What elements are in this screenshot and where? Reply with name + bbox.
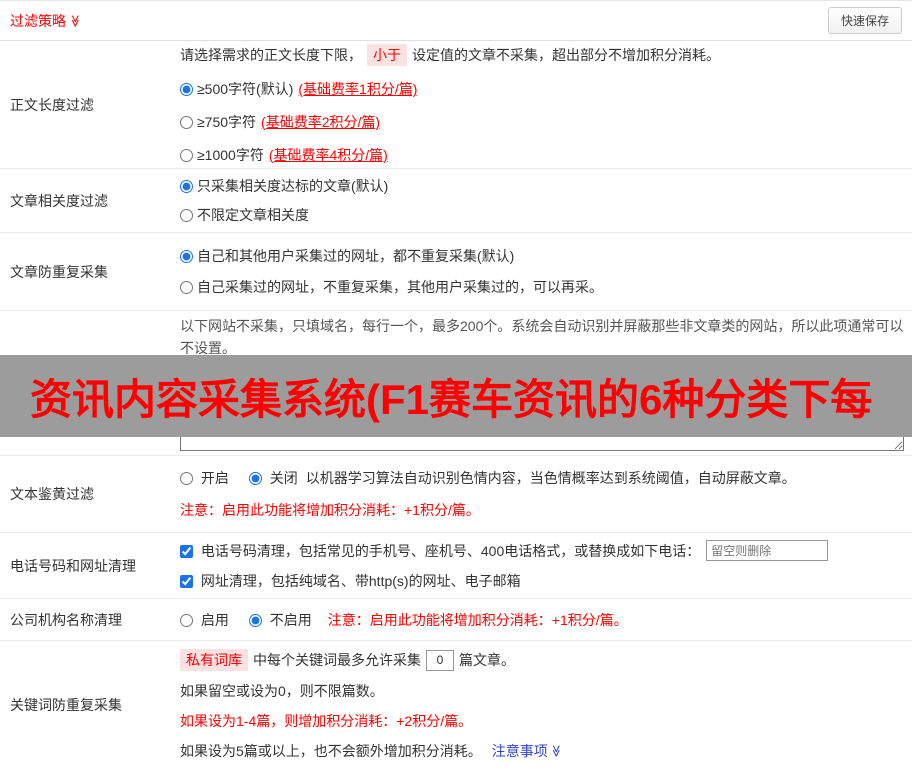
relevance-filter-label: 文章相关度过滤 <box>10 192 108 209</box>
company-clean-content: 启用 不启用 注意：启用此功能将增加积分消耗：+1积分/篇。 <box>180 599 912 640</box>
phone-url-clean-content: 电话号码清理，包括常见的手机号、座机号、400电话格式，或替换成如下电话： 网址… <box>180 533 912 598</box>
row-phone-url-clean: 电话号码和网址清理 电话号码清理，包括常见的手机号、座机号、400电话格式，或替… <box>0 533 912 599</box>
dedup-radio-global[interactable] <box>180 249 193 263</box>
body-length-filter-content: 请选择需求的正文长度下限， 小于 设定值的文章不采集，超出部分不增加积分消耗。 … <box>180 41 912 168</box>
relevance-option-any-label: 不限定文章相关度 <box>197 207 309 223</box>
notice-link-label: 注意事项 <box>491 743 548 759</box>
length-option-500-label: ≥500字符(默认) <box>197 81 294 97</box>
keyword-count-input[interactable] <box>426 649 454 671</box>
company-option-off[interactable]: 不启用 <box>248 610 312 630</box>
url-clean-option[interactable]: 网址清理，包括纯域名、带http(s)的网址、电子邮箱 <box>180 571 521 591</box>
phone-clean-option[interactable]: 电话号码清理，包括常见的手机号、座机号、400电话格式，或替换成如下电话： <box>180 541 700 561</box>
site-filter-description: 以下网站不采集，只填域名，每行一个，最多200个。系统会自动识别并屏蔽那些非文章… <box>180 318 904 356</box>
dedup-filter-content: 自己和其他用户采集过的网址，都不重复采集(默认) 自己采集过的网址，不重复采集，… <box>180 233 912 310</box>
company-option-on[interactable]: 启用 <box>180 610 229 630</box>
private-lexicon-tag: 私有词库 <box>180 649 248 671</box>
url-clean-label: 网址清理，包括纯域名、带http(s)的网址、电子邮箱 <box>200 573 521 589</box>
phone-clean-label: 电话号码清理，包括常见的手机号、座机号、400电话格式，或替换成如下电话： <box>200 542 701 559</box>
relevance-option-strict-label: 只采集相关度达标的文章(默认) <box>197 178 389 194</box>
keyword-limit-text: 中每个关键词最多允许采集 <box>253 652 421 668</box>
porn-option-on[interactable]: 开启 <box>180 468 229 488</box>
relevance-radio-any[interactable] <box>180 208 193 222</box>
phone-replacement-input[interactable] <box>706 540 829 561</box>
phone-clean-line: 电话号码清理，包括常见的手机号、座机号、400电话格式，或替换成如下电话： <box>180 540 904 561</box>
row-porn-filter: 文本鉴黄过滤 开启 关闭 以机器学习算法自动识别色情内容，当色情概率达到系统阈值… <box>0 456 912 533</box>
length-option-1000-label: ≥1000字符 <box>197 147 264 163</box>
porn-option-off[interactable]: 关闭 <box>248 468 298 488</box>
dedup-radio-self[interactable] <box>180 280 193 294</box>
length-option-1000-fee: (基础费率4积分/篇) <box>268 147 388 163</box>
dedup-option-global-label: 自己和其他用户采集过的网址，都不重复采集(默认) <box>197 248 515 264</box>
dedup-option-global[interactable]: 自己和其他用户采集过的网址，都不重复采集(默认) <box>180 246 904 266</box>
filter-strategy-toggle[interactable]: 过滤策略 ≫ <box>10 11 82 31</box>
porn-filter-content: 开启 关闭 以机器学习算法自动识别色情内容，当色情概率达到系统阈值，自动屏蔽文章… <box>180 456 912 532</box>
row-keyword-dedup: 关键词防重复采集 私有词库 中每个关键词最多允许采集 篇文章。 如果留空或设为0… <box>0 641 912 769</box>
watermark-text: 资讯内容采集系统(F1赛车资讯的6种分类下每 <box>30 375 873 423</box>
length-option-500-fee: (基础费率1积分/篇) <box>298 81 418 97</box>
relevance-radio-strict[interactable] <box>180 179 193 193</box>
keyword-dedup-label: 关键词防重复采集 <box>10 697 122 713</box>
company-option-off-label: 不启用 <box>269 611 312 628</box>
porn-filter-description: 以机器学习算法自动识别色情内容，当色情概率达到系统阈值，自动屏蔽文章。 <box>305 470 796 486</box>
chevron-down-icon: ≫ <box>549 744 564 758</box>
length-option-500[interactable]: ≥500字符(默认) (基础费率1积分/篇) <box>180 79 904 99</box>
keyword-note-five-text: 如果设为5篇或以上，也不会额外增加积分消耗。 <box>180 743 482 759</box>
keyword-limit-line: 私有词库 中每个关键词最多允许采集 篇文章。 <box>180 649 904 671</box>
porn-filter-label: 文本鉴黄过滤 <box>10 486 94 502</box>
row-company-clean: 公司机构名称清理 启用 不启用 注意：启用此功能将增加积分消耗：+1积分/篇。 <box>0 599 912 641</box>
company-radio-on[interactable] <box>180 613 193 627</box>
phone-url-clean-label: 电话号码和网址清理 <box>10 557 136 574</box>
keyword-dedup-content: 私有词库 中每个关键词最多允许采集 篇文章。 如果留空或设为0，则不限篇数。 如… <box>180 641 912 769</box>
company-clean-options: 启用 不启用 注意：启用此功能将增加积分消耗：+1积分/篇。 <box>180 610 904 630</box>
keyword-note-unlimited: 如果留空或设为0，则不限篇数。 <box>180 683 384 699</box>
company-clean-label: 公司机构名称清理 <box>10 611 122 628</box>
relevance-option-strict[interactable]: 只采集相关度达标的文章(默认) <box>180 176 904 196</box>
page-title: 过滤策略 <box>10 12 66 29</box>
company-clean-note: 注意：启用此功能将增加积分消耗：+1积分/篇。 <box>327 611 628 628</box>
porn-option-off-label: 关闭 <box>269 470 298 486</box>
length-radio-750[interactable] <box>180 115 193 129</box>
quick-save-button[interactable]: 快速保存 <box>827 7 902 34</box>
url-clean-checkbox[interactable] <box>180 575 193 588</box>
body-length-filter-label: 正文长度过滤 <box>10 96 94 113</box>
phone-clean-checkbox[interactable] <box>180 544 193 558</box>
keyword-note-cost: 如果设为1-4篇，则增加积分消耗：+2积分/篇。 <box>180 713 473 729</box>
row-body-length-filter: 正文长度过滤 请选择需求的正文长度下限， 小于 设定值的文章不采集，超出部分不增… <box>0 41 912 169</box>
company-option-on-label: 启用 <box>200 611 229 628</box>
length-option-750-label: ≥750字符 <box>197 114 257 130</box>
relevance-filter-content: 只采集相关度达标的文章(默认) 不限定文章相关度 <box>180 169 912 232</box>
porn-filter-note: 注意：启用此功能将增加积分消耗：+1积分/篇。 <box>180 502 480 518</box>
keyword-note-five: 如果设为5篇或以上，也不会额外增加积分消耗。 注意事项 ≫ <box>180 741 904 761</box>
url-clean-line: 网址清理，包括纯域名、带http(s)的网址、电子邮箱 <box>180 571 904 591</box>
intro-text-before: 请选择需求的正文长度下限， <box>180 47 362 63</box>
less-than-tag: 小于 <box>367 44 407 66</box>
intro-text-after: 设定值的文章不采集，超出部分不增加积分消耗。 <box>412 47 720 63</box>
keyword-limit-suffix: 篇文章。 <box>459 652 515 668</box>
dedup-option-self-label: 自己采集过的网址，不重复采集，其他用户采集过的，可以再采。 <box>197 279 603 295</box>
porn-radio-on[interactable] <box>180 472 193 485</box>
notice-link[interactable]: 注意事项 ≫ <box>492 741 563 761</box>
company-radio-off[interactable] <box>248 613 262 627</box>
row-relevance-filter: 文章相关度过滤 只采集相关度达标的文章(默认) 不限定文章相关度 <box>0 169 912 233</box>
length-option-1000[interactable]: ≥1000字符 (基础费率4积分/篇) <box>180 145 904 165</box>
length-radio-500[interactable] <box>180 82 193 96</box>
porn-radio-off[interactable] <box>248 472 262 485</box>
dedup-filter-label: 文章防重复采集 <box>10 263 108 280</box>
watermark-banner: 资讯内容采集系统(F1赛车资讯的6种分类下每 <box>0 355 912 437</box>
body-length-intro: 请选择需求的正文长度下限， 小于 设定值的文章不采集，超出部分不增加积分消耗。 <box>180 44 904 66</box>
length-option-750-fee: (基础费率2积分/篇) <box>261 114 381 130</box>
relevance-option-any[interactable]: 不限定文章相关度 <box>180 205 904 225</box>
length-option-750[interactable]: ≥750字符 (基础费率2积分/篇) <box>180 112 904 132</box>
chevron-down-icon: ≫ <box>68 14 83 27</box>
header: 过滤策略 ≫ 快速保存 <box>0 1 912 41</box>
length-radio-1000[interactable] <box>180 148 193 162</box>
dedup-option-self[interactable]: 自己采集过的网址，不重复采集，其他用户采集过的，可以再采。 <box>180 277 904 297</box>
row-dedup-filter: 文章防重复采集 自己和其他用户采集过的网址，都不重复采集(默认) 自己采集过的网… <box>0 233 912 311</box>
porn-filter-options: 开启 关闭 以机器学习算法自动识别色情内容，当色情概率达到系统阈值，自动屏蔽文章… <box>180 468 904 488</box>
porn-option-on-label: 开启 <box>200 470 229 486</box>
